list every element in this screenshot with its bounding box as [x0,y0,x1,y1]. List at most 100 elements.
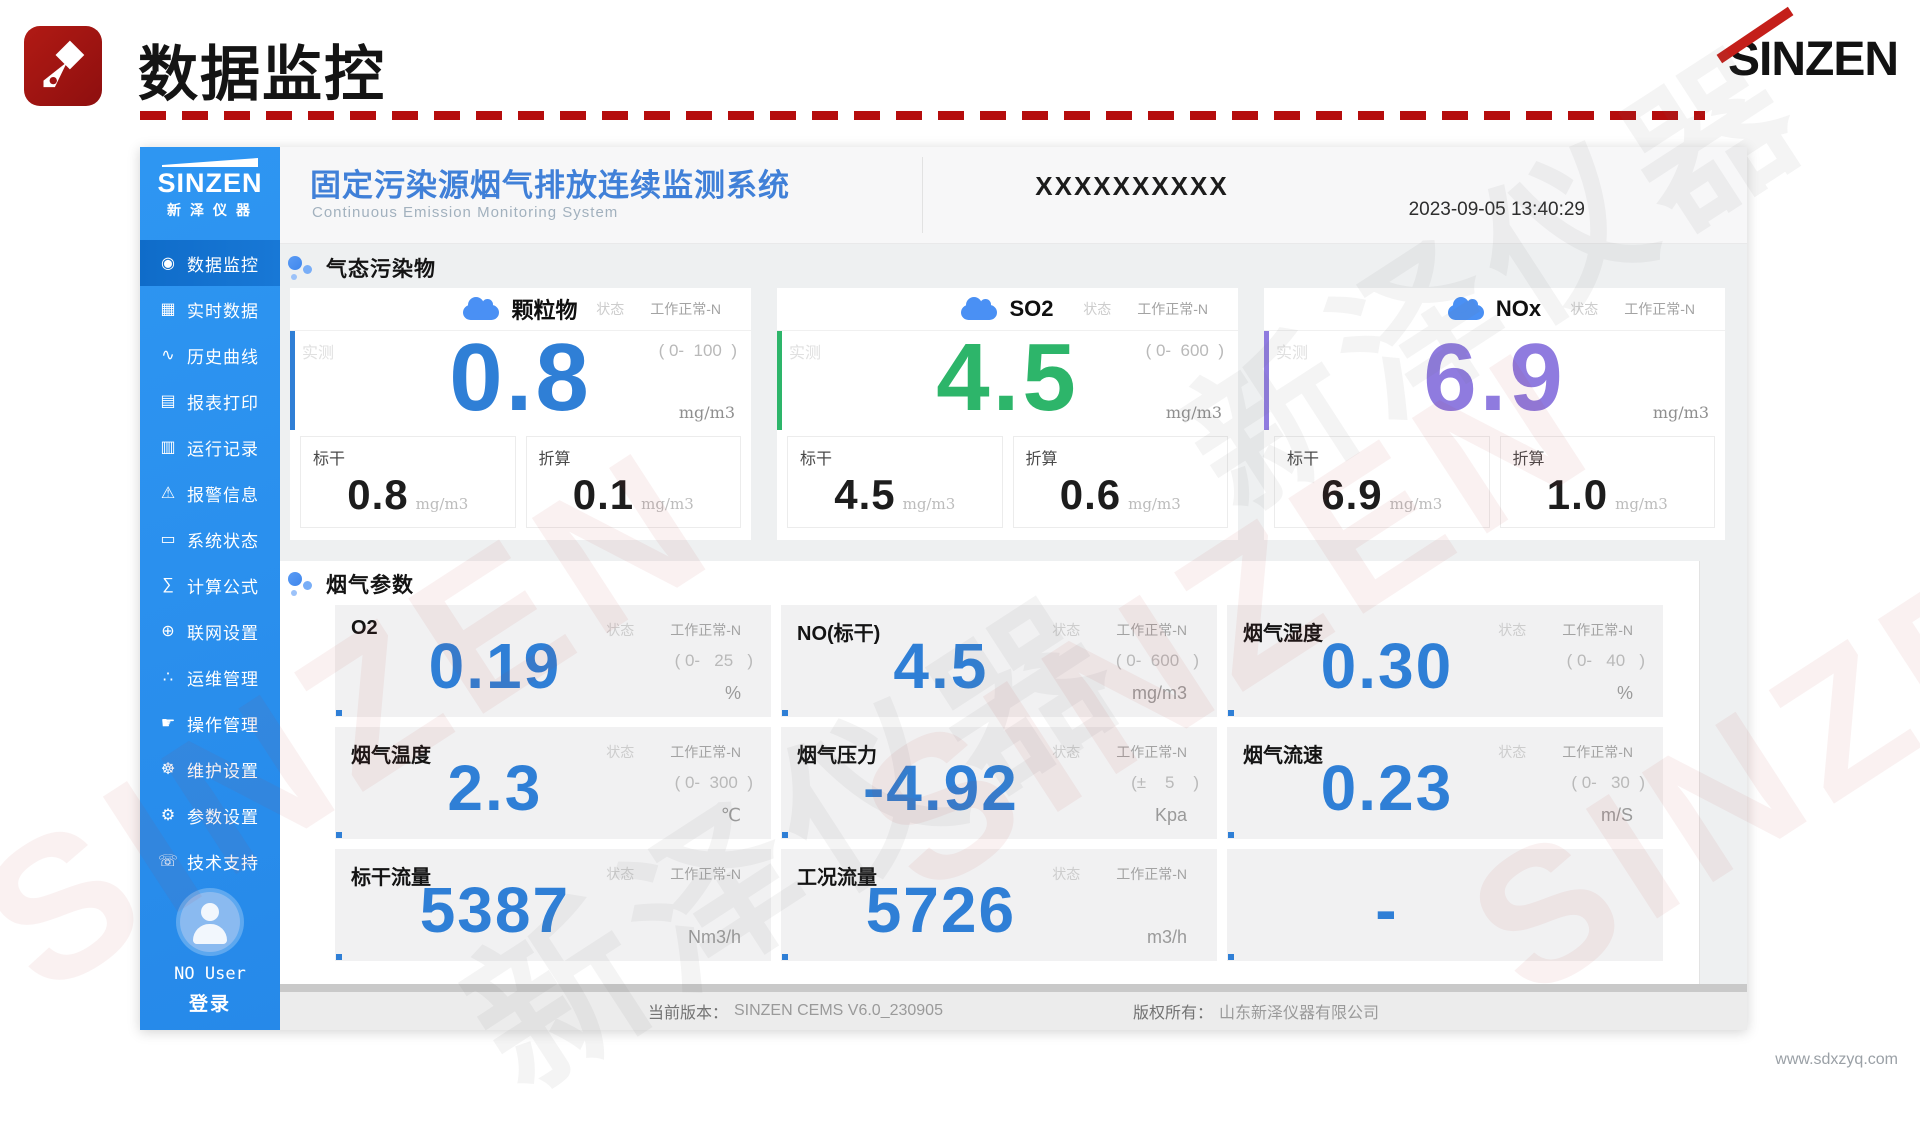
sub-value: 0.6 [1060,471,1121,518]
unit-label: mg/m3 [1132,683,1187,704]
section-title: 气态污染物 [326,253,436,283]
sub-label: 折算 [539,445,571,469]
cloud-icon [463,305,499,320]
sub-unit: mg/m3 [1390,495,1443,513]
pollutant-name: NOx [1496,296,1541,322]
login-button[interactable]: 登录 [140,989,280,1016]
app-title: 固定污染源烟气排放连续监测系统 [310,160,790,205]
sidebar-item-ops-management[interactable]: ∴ 运维管理 [140,654,280,700]
sidebar-item-label: 数据监控 [187,251,259,276]
unit-label: % [725,683,741,704]
sidebar: SINZEN 新泽仪器 ◉ 数据监控 ▦ 实时数据 ∿ 历史曲线 ▤ 报表打印 … [140,147,280,1030]
sub-label: 折算 [1026,445,1058,469]
dots-icon [288,571,312,597]
cell-value: 5726 [821,878,1061,942]
flue-grid: O2 状态工作正常-N ( 0- 25 ) % 0.19 NO(标干) 状态工作… [335,605,1663,961]
unit-label: Kpa [1155,805,1187,826]
sub-label: 标干 [1287,445,1319,469]
sidebar-item-operation-management[interactable]: ☛ 操作管理 [140,700,280,746]
sub-unit: mg/m3 [416,495,469,513]
sidebar-item-network-settings[interactable]: ⊕ 联网设置 [140,608,280,654]
user-icon-body [193,924,227,944]
cell-value: 0.30 [1267,634,1507,698]
sub-unit: mg/m3 [1128,495,1181,513]
unit-label: Nm3/h [688,927,741,948]
flue-cell-pressure: 烟气压力 状态工作正常-N (± 5 ) Kpa -4.92 [781,727,1217,839]
page-title: 数据监控 [138,26,386,113]
username: NO User [140,964,280,984]
monitor-icon: ▭ [158,529,178,549]
user-icon [201,903,219,921]
cell-value: -4.92 [821,756,1061,820]
sub-unit: mg/m3 [641,495,694,513]
pollutant-card-pm: 颗粒物 状态工作正常-N 实测 ( 0- 100 ) 0.8 mg/m3 标干 [290,288,751,540]
sidebar-item-history-curve[interactable]: ∿ 历史曲线 [140,332,280,378]
cems-app-window: SINZEN 新泽仪器 ◉ 数据监控 ▦ 实时数据 ∿ 历史曲线 ▤ 报表打印 … [140,147,1747,1030]
avatar[interactable] [180,892,240,952]
status-label: 状态 [1083,299,1111,319]
copyright-value: 山东新泽仪器有限公司 [1219,999,1379,1023]
sidebar-item-label: 运维管理 [187,665,259,690]
sidebar-logo-text: SINZEN [140,168,280,199]
sidebar-item-system-status[interactable]: ▭ 系统状态 [140,516,280,562]
sidebar-item-report-print[interactable]: ▤ 报表打印 [140,378,280,424]
status-value: 工作正常-N [670,742,741,762]
document-icon: ▥ [158,437,178,457]
range-label: ( 0- 600 ) [1116,651,1199,671]
header-divider [922,157,923,233]
sidebar-logo: SINZEN 新泽仪器 [140,147,280,240]
globe-icon: ⊕ [158,621,178,641]
sub-label: 标干 [313,445,345,469]
flue-cell-no: NO(标干) 状态工作正常-N ( 0- 600 ) mg/m3 4.5 [781,605,1217,717]
converted-box: 折算 1.0mg/m3 [1500,436,1716,528]
sidebar-item-label: 操作管理 [187,711,259,736]
status-value: 工作正常-N [1624,299,1695,319]
logo-swoosh-icon [162,158,258,167]
cloud-icon [961,305,997,320]
sidebar-item-calc-formula[interactable]: ∑ 计算公式 [140,562,280,608]
sidebar-item-maintenance-settings[interactable]: ☸ 维护设置 [140,746,280,792]
sinzen-logo: SINZEN [1728,32,1898,87]
sub-value: 4.5 [834,471,895,518]
unit-label: m3/h [1147,927,1187,948]
unit-label: mg/m3 [1166,403,1222,422]
formula-icon: ∑ [158,576,178,594]
version-label: 当前版本： [648,999,728,1023]
status-value: 工作正常-N [1116,864,1187,884]
sidebar-item-tech-support[interactable]: ☏ 技术支持 [140,838,280,884]
sub-value: 6.9 [1321,471,1382,518]
pollutant-name: SO2 [1009,296,1053,322]
footer-strip [280,984,1747,992]
sidebar-item-label: 报警信息 [187,481,259,506]
flue-cell-working-flow: 工况流量 状态工作正常-N m3/h 5726 [781,849,1217,961]
version-value: SINZEN CEMS V6.0_230905 [734,1002,943,1020]
status-label: 状态 [596,299,624,319]
flue-panel: 烟气参数 O2 状态工作正常-N ( 0- 25 ) % 0.19 NO(标干)… [280,561,1700,984]
sidebar-item-alarm-info[interactable]: ⚠ 报警信息 [140,470,280,516]
unit-label: ℃ [721,805,741,826]
sub-value: 1.0 [1547,471,1608,518]
range-label: ( 0- 40 ) [1567,651,1645,671]
pollutant-name: 颗粒物 [511,293,577,325]
sidebar-item-data-monitor[interactable]: ◉ 数据监控 [140,240,280,286]
app-subtitle: Continuous Emission Monitoring System [312,204,618,221]
flue-cell-temperature: 烟气温度 状态工作正常-N ( 0- 300 ) ℃ 2.3 [335,727,771,839]
sub-label: 标干 [800,445,832,469]
sidebar-item-parameter-settings[interactable]: ⚙ 参数设置 [140,792,280,838]
cloud-icon [1448,305,1484,320]
range-label: ( 0- 25 ) [675,651,753,671]
flue-cell-standard-flow: 标干流量 状态工作正常-N Nm3/h 5387 [335,849,771,961]
sidebar-logo-subtext: 新泽仪器 [146,200,280,220]
gas-section-header: 气态污染物 [288,253,436,283]
sidebar-item-realtime-data[interactable]: ▦ 实时数据 [140,286,280,332]
cell-value: 2.3 [375,756,615,820]
unit-label: mg/m3 [679,403,735,422]
converted-box: 折算 0.1mg/m3 [526,436,742,528]
dots-icon [288,255,312,281]
status-value: 工作正常-N [1116,620,1187,640]
flue-cell-o2: O2 状态工作正常-N ( 0- 25 ) % 0.19 [335,605,771,717]
unit-label: mg/m3 [1653,403,1709,422]
sidebar-item-run-record[interactable]: ▥ 运行记录 [140,424,280,470]
unit-label: m/S [1601,805,1633,826]
alarm-bell-icon: ⚠ [158,483,178,503]
